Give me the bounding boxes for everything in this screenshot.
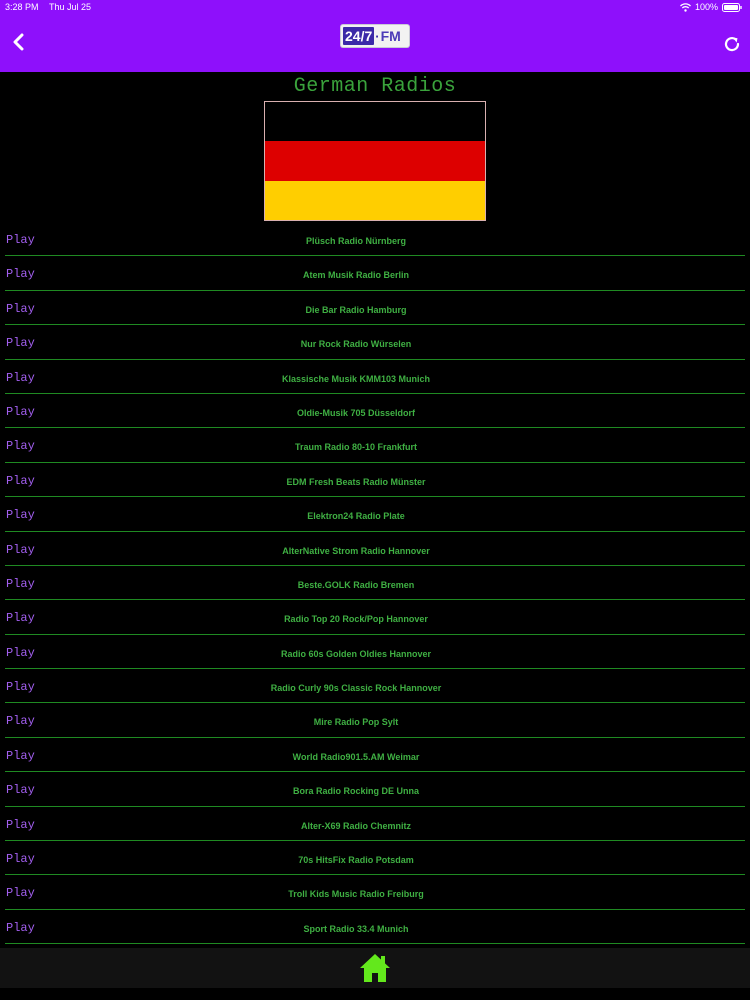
station-row[interactable]: Play Beste.GOLK Radio Bremen bbox=[0, 567, 750, 601]
station-row[interactable]: Play Troll Kids Music Radio Freiburg bbox=[0, 876, 750, 911]
germany-flag-image bbox=[264, 101, 486, 221]
station-name: Beste.GOLK Radio Bremen bbox=[297, 579, 415, 590]
station-name: Plüsch Radio Nürnberg bbox=[305, 236, 406, 246]
app-logo: 24/7 · FM bbox=[341, 25, 409, 47]
station-row[interactable]: Play Radio Top 20 Rock/Pop Hannover bbox=[0, 601, 750, 636]
station-row[interactable]: Play World Radio901.5.AM Weimar bbox=[0, 739, 750, 773]
station-row[interactable]: Play Radio Curly 90s Classic Rock Hannove… bbox=[0, 670, 750, 704]
station-name: Traum Radio 80-10 Frankfurt bbox=[294, 442, 418, 453]
status-date: Thu Jul 25 bbox=[49, 2, 92, 12]
flag-stripe-gold bbox=[265, 180, 485, 220]
logo-fm-text: FM bbox=[380, 28, 401, 44]
station-name: Atem Musik Radio Berlin bbox=[302, 270, 410, 281]
station-name: Sport Radio 33.4 Munich bbox=[303, 923, 409, 934]
station-row[interactable]: Play Sport Radio 33.4 Munich bbox=[0, 911, 750, 945]
station-name: Troll Kids Music Radio Freiburg bbox=[288, 889, 424, 900]
refresh-icon bbox=[723, 35, 741, 58]
home-icon bbox=[358, 954, 392, 989]
station-name: World Radio901.5.AM Weimar bbox=[292, 751, 420, 762]
wifi-icon bbox=[680, 2, 691, 12]
station-name: Bora Radio Rocking DE Unna bbox=[292, 786, 419, 797]
station-name: EDM Fresh Beats Radio Münster bbox=[286, 476, 426, 487]
flag-stripe-red bbox=[265, 141, 485, 181]
flag-stripe-black bbox=[265, 102, 485, 142]
station-row[interactable]: Play Bora Radio Rocking DE Unna bbox=[0, 773, 750, 808]
station-name: Mire Radio Pop Sylt bbox=[313, 717, 399, 728]
station-row[interactable]: Play EDM Fresh Beats Radio Münster bbox=[0, 464, 750, 498]
station-list: Play Plüsch Radio Nürnberg Play Atem Musik … bbox=[0, 223, 750, 945]
home-button[interactable] bbox=[358, 951, 392, 985]
station-row[interactable]: Play Nur Rock Radio Würselen bbox=[0, 326, 750, 360]
bottom-bar bbox=[0, 948, 750, 988]
station-name: Nur Rock Radio Würselen bbox=[300, 339, 412, 350]
station-row[interactable]: Play Alter-X69 Radio Chemnitz bbox=[0, 808, 750, 842]
station-name: Elektron24 Radio Plate bbox=[307, 511, 405, 522]
station-row[interactable]: Play Plüsch Radio Nürnberg bbox=[0, 223, 750, 257]
station-name: Radio Top 20 Rock/Pop Hannover bbox=[284, 614, 428, 625]
status-indicators: 100% bbox=[680, 1, 742, 13]
station-name: Radio 60s Golden Oldies Hannover bbox=[280, 648, 432, 659]
logo-main-text: 24/7 bbox=[343, 27, 375, 45]
station-row[interactable]: Play Traum Radio 80-10 Frankfurt bbox=[0, 429, 750, 464]
station-name: Oldie-Musik 705 Düsseldorf bbox=[296, 407, 416, 418]
back-button[interactable] bbox=[6, 30, 30, 58]
station-row[interactable]: Play AlterNative Strom Radio Hannover bbox=[0, 533, 750, 567]
station-name: Alter-X69 Radio Chemnitz bbox=[300, 820, 412, 831]
station-row[interactable]: Play Atem Musik Radio Berlin bbox=[0, 257, 750, 292]
logo-separator: · bbox=[375, 28, 380, 44]
station-row[interactable]: Play Radio 60s Golden Oldies Hannover bbox=[0, 636, 750, 670]
status-time: 3:28 PM bbox=[5, 2, 39, 12]
station-name: Radio Curly 90s Classic Rock Hannover bbox=[270, 683, 442, 694]
battery-icon bbox=[722, 2, 742, 12]
station-row[interactable]: Play Klassische Musik KMM103 Munich bbox=[0, 361, 750, 395]
chevron-left-icon bbox=[11, 33, 25, 56]
station-row[interactable]: Play Die Bar Radio Hamburg bbox=[0, 292, 750, 326]
refresh-button[interactable] bbox=[720, 33, 744, 59]
station-row[interactable]: Play Mire Radio Pop Sylt bbox=[0, 704, 750, 739]
page-title: German Radios bbox=[293, 75, 457, 98]
station-name: 70s HitsFix Radio Potsdam bbox=[298, 855, 414, 866]
header-bar: 3:28 PM Thu Jul 25 100% 24/7 · FM bbox=[0, 0, 750, 72]
station-row[interactable]: Play Oldie-Musik 705 Düsseldorf bbox=[0, 395, 750, 429]
station-row[interactable]: Play Elektron24 Radio Plate bbox=[0, 498, 750, 532]
station-name: Die Bar Radio Hamburg bbox=[305, 304, 407, 315]
station-name: AlterNative Strom Radio Hannover bbox=[282, 545, 430, 556]
battery-percent: 100% bbox=[694, 2, 718, 12]
station-row[interactable]: Play 70s HitsFix Radio Potsdam bbox=[0, 842, 750, 876]
station-name: Klassische Musik KMM103 Munich bbox=[281, 373, 431, 384]
